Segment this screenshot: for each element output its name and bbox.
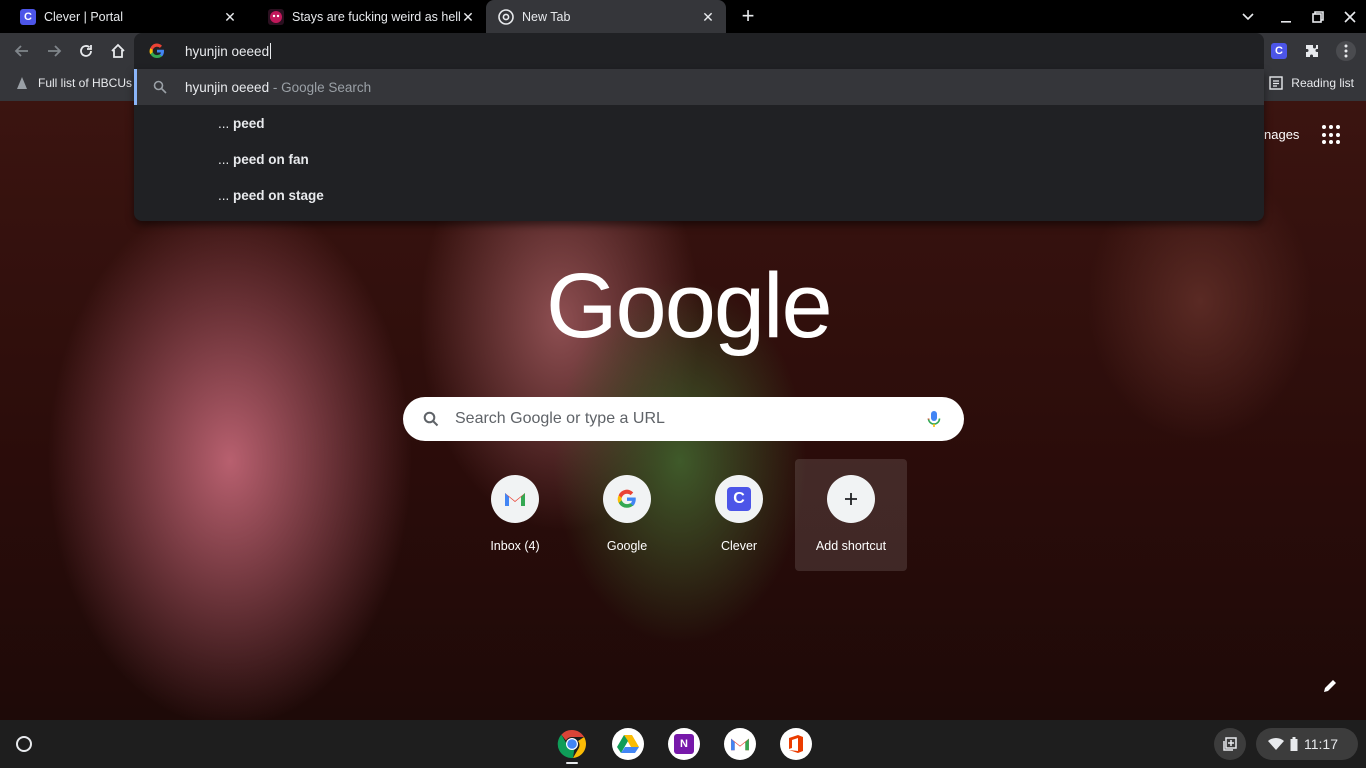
omnibox-input[interactable]: hyunjin oeeed bbox=[185, 43, 272, 59]
shelf: N 11:17 bbox=[0, 720, 1366, 768]
microphone-icon[interactable] bbox=[924, 409, 944, 429]
launcher-icon[interactable] bbox=[8, 728, 40, 760]
shortcut-label: Add shortcut bbox=[815, 539, 887, 553]
bookmark-full-list-of-hbcus[interactable]: Full list of HBCUs bbox=[14, 75, 132, 91]
tab-new-tab[interactable]: New Tab ✕ bbox=[486, 0, 726, 33]
images-link[interactable]: nages bbox=[1264, 127, 1299, 142]
back-button[interactable] bbox=[10, 39, 34, 63]
google-g-icon bbox=[149, 43, 165, 59]
suggestion-peed-on-stage[interactable]: ... peed on stage bbox=[134, 177, 1264, 213]
gmail-icon bbox=[491, 475, 539, 523]
shortcut-clever[interactable]: C Clever bbox=[683, 459, 795, 571]
home-button[interactable] bbox=[106, 39, 130, 63]
google-apps-icon[interactable] bbox=[1322, 125, 1342, 145]
suggestion-query: hyunjin oeeed bbox=[185, 79, 270, 95]
search-icon bbox=[423, 411, 439, 427]
onenote-icon[interactable]: N bbox=[668, 728, 700, 760]
office-icon[interactable] bbox=[780, 728, 812, 760]
chrome-icon bbox=[498, 8, 514, 25]
omnibox-suggestions: hyunjin oeeed - Google Search ... peed .… bbox=[134, 69, 1264, 221]
holding-space-icon[interactable] bbox=[1214, 728, 1246, 760]
tab-title: Stays are fucking weird as hell- - bbox=[292, 9, 460, 24]
suggestion-tail: peed on stage bbox=[233, 187, 324, 203]
minimize-icon[interactable] bbox=[1270, 0, 1302, 33]
tab-search-icon[interactable] bbox=[1232, 0, 1264, 33]
google-drive-icon[interactable] bbox=[612, 728, 644, 760]
tab-clever-portal[interactable]: C Clever | Portal ✕ bbox=[0, 0, 248, 33]
wifi-icon bbox=[1268, 737, 1284, 751]
omnibox[interactable]: hyunjin oeeed bbox=[134, 33, 1264, 69]
tab-stays[interactable]: Stays are fucking weird as hell- - ✕ bbox=[248, 0, 486, 33]
restore-icon[interactable] bbox=[1302, 0, 1334, 33]
battery-icon bbox=[1290, 737, 1298, 751]
new-tab-button[interactable]: + bbox=[736, 4, 760, 28]
suggestion-prefix: ... bbox=[218, 151, 230, 167]
suggestion-suffix: - Google Search bbox=[269, 79, 372, 95]
shortcut-label: Clever bbox=[720, 539, 758, 553]
menu-kebab-icon[interactable] bbox=[1336, 41, 1356, 61]
customize-pencil-icon[interactable] bbox=[1322, 678, 1342, 698]
forward-button[interactable] bbox=[42, 39, 66, 63]
bookmark-label: Full list of HBCUs bbox=[38, 76, 133, 90]
shortcut-inbox[interactable]: Inbox (4) bbox=[459, 459, 571, 571]
close-icon[interactable]: ✕ bbox=[222, 9, 238, 25]
ntp-search-box[interactable]: Search Google or type a URL bbox=[403, 397, 964, 441]
google-icon bbox=[603, 475, 651, 523]
reading-list-icon bbox=[1269, 76, 1283, 90]
reading-list-button[interactable]: Reading list bbox=[1269, 76, 1354, 90]
plus-icon bbox=[827, 475, 875, 523]
suggestion-search[interactable]: hyunjin oeeed - Google Search bbox=[134, 69, 1264, 105]
suggestion-tail: peed bbox=[233, 115, 265, 131]
clever-icon: C bbox=[20, 8, 36, 25]
tumblr-style-icon bbox=[268, 8, 284, 25]
shortcut-label: Google bbox=[606, 539, 648, 553]
status-area[interactable]: 11:17 bbox=[1256, 728, 1358, 760]
reload-button[interactable] bbox=[74, 39, 98, 63]
active-app-indicator bbox=[566, 762, 578, 764]
clever-icon: C bbox=[715, 475, 763, 523]
shortcut-google[interactable]: Google bbox=[571, 459, 683, 571]
close-window-icon[interactable] bbox=[1334, 0, 1366, 33]
suggestion-peed[interactable]: ... peed bbox=[134, 105, 1264, 141]
suggestion-tail: peed on fan bbox=[233, 151, 309, 167]
reading-list-label: Reading list bbox=[1291, 76, 1354, 90]
clever-extension-icon[interactable]: C bbox=[1270, 42, 1288, 60]
add-shortcut-button[interactable]: Add shortcut bbox=[795, 459, 907, 571]
tab-title: Clever | Portal bbox=[44, 9, 123, 24]
shortcut-label: Inbox (4) bbox=[490, 539, 540, 553]
clock-time: 11:17 bbox=[1304, 736, 1338, 752]
extensions-puzzle-icon[interactable] bbox=[1303, 42, 1321, 60]
chrome-icon[interactable] bbox=[556, 728, 588, 760]
google-logo: Google bbox=[546, 255, 833, 357]
suggestion-peed-on-fan[interactable]: ... peed on fan bbox=[134, 141, 1264, 177]
close-icon[interactable]: ✕ bbox=[700, 9, 716, 25]
bookmark-favicon-icon bbox=[14, 75, 30, 91]
tab-title: New Tab bbox=[522, 9, 571, 24]
search-icon bbox=[153, 80, 167, 94]
suggestion-prefix: ... bbox=[218, 187, 230, 203]
search-placeholder: Search Google or type a URL bbox=[455, 410, 665, 427]
gmail-icon[interactable] bbox=[724, 728, 756, 760]
suggestion-prefix: ... bbox=[218, 115, 230, 131]
tab-strip: C Clever | Portal ✕ Stays are fucking we… bbox=[0, 0, 1366, 33]
close-icon[interactable]: ✕ bbox=[460, 9, 476, 25]
